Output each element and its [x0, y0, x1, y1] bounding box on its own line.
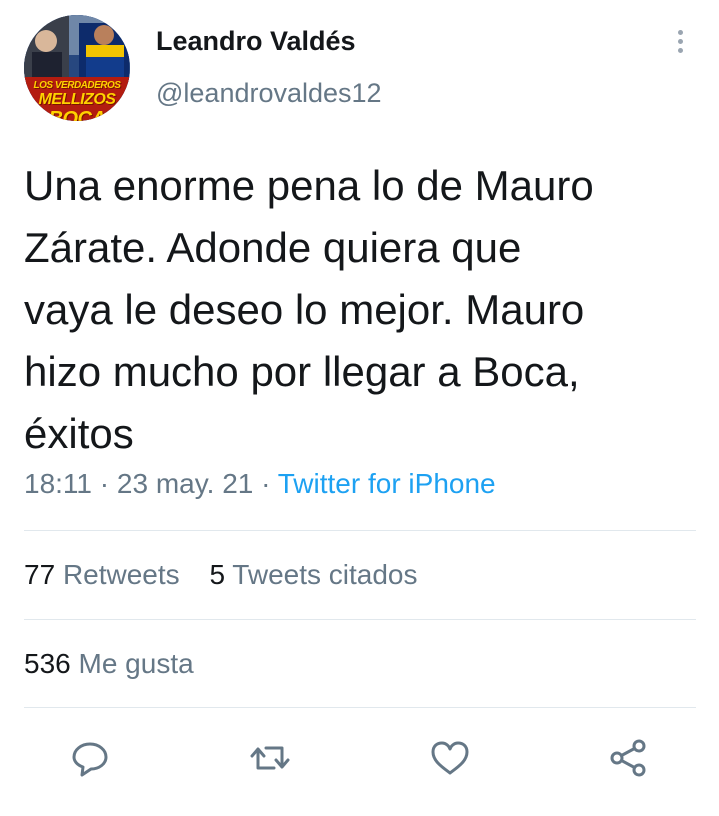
avatar-text-line-1: LOS VERDADEROS: [33, 80, 121, 91]
likes-count: 536: [24, 648, 71, 679]
tweet-date: 23 may. 21: [116, 468, 254, 499]
likes-label: Me gusta: [78, 648, 194, 679]
separator: ·: [99, 468, 110, 499]
divider: [24, 530, 696, 531]
retweets-stat[interactable]: 77 Retweets: [24, 559, 180, 591]
avatar-text-line-2: MELLIZOS: [38, 91, 116, 108]
more-options-icon[interactable]: [670, 30, 690, 60]
tweet-source-link[interactable]: Twitter for iPhone: [278, 468, 496, 499]
retweet-icon[interactable]: [248, 736, 292, 780]
retweets-count: 77: [24, 559, 56, 590]
reply-icon[interactable]: [68, 736, 112, 780]
quotes-stat[interactable]: 5 Tweets citados: [209, 559, 417, 591]
avatar-text-line-3: BOCA: [48, 108, 106, 121]
author-name[interactable]: Leandro Valdés: [156, 26, 356, 57]
retweets-label: Retweets: [62, 559, 180, 590]
tweet-time: 18:11: [24, 468, 92, 499]
like-icon[interactable]: [428, 736, 472, 780]
divider: [24, 619, 696, 620]
avatar[interactable]: LOS VERDADEROS MELLIZOS BOCA: [24, 15, 130, 121]
likes-stat[interactable]: 536 Me gusta: [24, 648, 194, 680]
tweet-metadata: 18:11 · 23 may. 21 · Twitter for iPhone: [24, 468, 496, 500]
author-handle[interactable]: @leandrovaldes12: [156, 78, 382, 109]
action-bar: [0, 728, 719, 788]
tweet-text: Una enorme pena lo de Mauro Zárate. Adon…: [24, 162, 594, 457]
divider: [24, 707, 696, 708]
share-icon[interactable]: [606, 736, 650, 780]
quotes-count: 5: [209, 559, 226, 590]
likes-stats: 536 Me gusta: [24, 648, 216, 680]
retweet-stats: 77 Retweets 5 Tweets citados: [24, 559, 440, 591]
quotes-label: Tweets citados: [232, 559, 418, 590]
separator: ·: [261, 468, 271, 499]
tweet-detail: LOS VERDADEROS MELLIZOS BOCA Leandro Val…: [0, 0, 719, 816]
